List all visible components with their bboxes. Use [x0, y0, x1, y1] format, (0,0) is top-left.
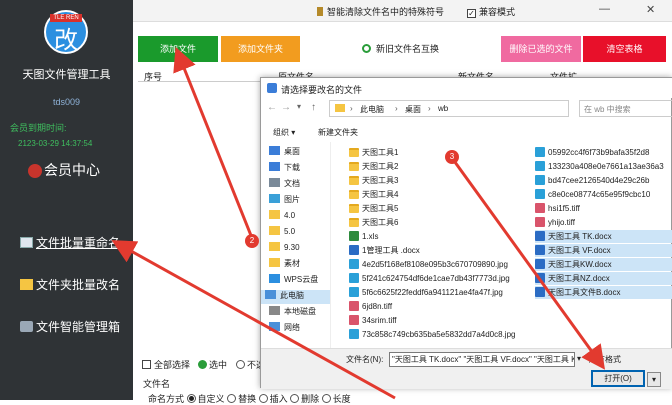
annotation-arrows [111, 46, 606, 400]
step-badge-3: 3 [445, 150, 459, 164]
arrow-to-files [450, 157, 606, 370]
step-badge-2: 2 [245, 234, 259, 248]
arrow-to-add-file [173, 46, 254, 239]
arrow-to-nav [111, 240, 396, 400]
